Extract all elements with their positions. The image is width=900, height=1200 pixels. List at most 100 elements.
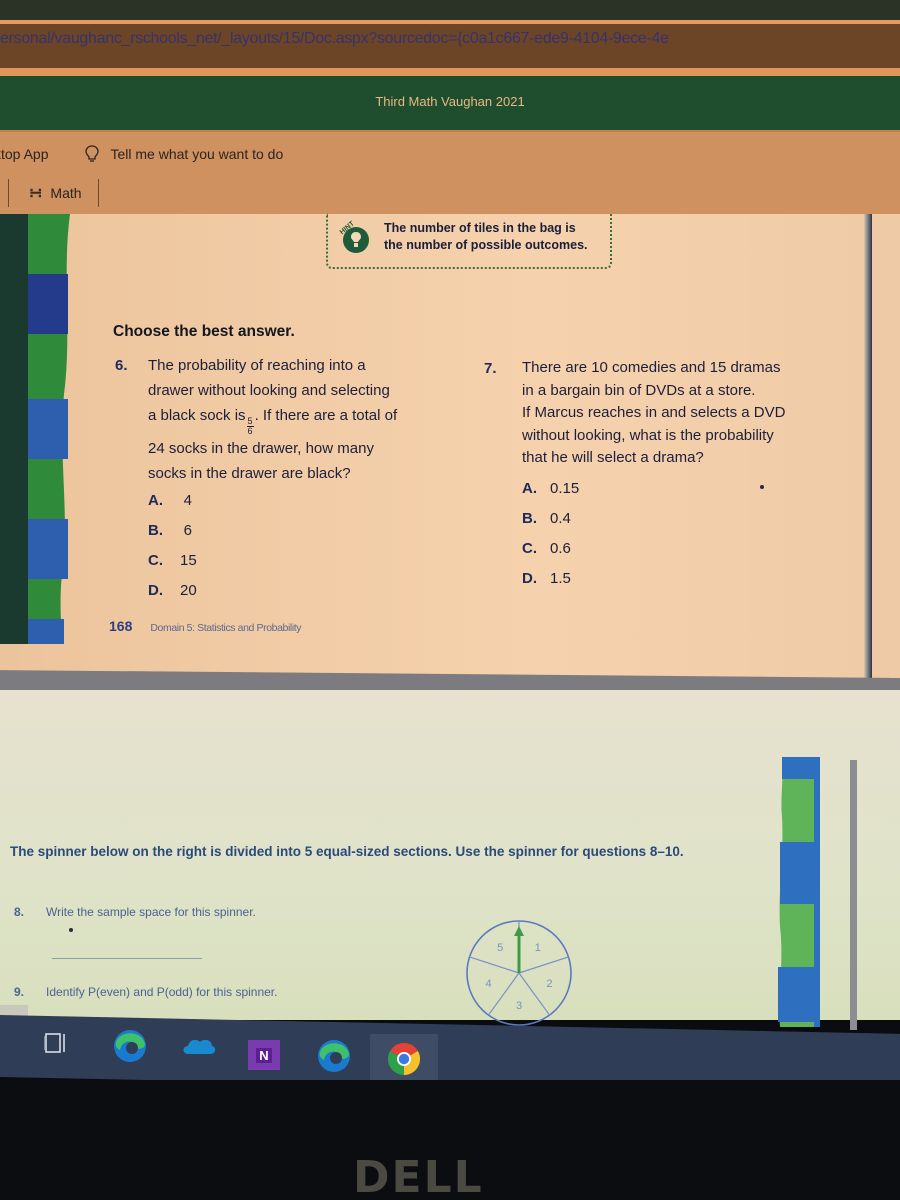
option-letter: D.	[522, 569, 537, 587]
spinner-section-label: 2	[546, 978, 552, 990]
spinner-section-label: 5	[497, 942, 503, 954]
spinner-divider	[487, 972, 520, 1016]
onenote-icon[interactable]: N	[248, 1040, 280, 1070]
ribbon-separator	[97, 179, 99, 207]
tell-me-search[interactable]: Tell me what you want to do	[84, 145, 284, 163]
question-8: 8. Write the sample space for this spinne…	[14, 905, 256, 919]
decorative-wave-border	[0, 214, 70, 644]
hint-line-1: The number of tiles in the bag is	[384, 221, 576, 235]
question-7-number: 7.	[484, 360, 497, 377]
spinner-diagram: 1 2 3 4 5	[466, 920, 572, 1026]
answer-option[interactable]: A. 4	[148, 485, 204, 515]
page-right-edge	[850, 760, 857, 1030]
browser-top-strip	[0, 0, 900, 20]
address-bar[interactable]: ersonal/vaughanc_rschools_net/_layouts/1…	[0, 20, 900, 76]
hint-text: The number of tiles in the bag is the nu…	[384, 220, 588, 254]
address-url[interactable]: ersonal/vaughanc_rschools_net/_layouts/1…	[0, 30, 669, 48]
answer-option[interactable]: A. 0.15	[522, 473, 579, 503]
hint-lightbulb-icon: HINT	[339, 220, 369, 253]
answer-option[interactable]: D. 20	[148, 575, 204, 605]
option-letter: A.	[148, 491, 163, 509]
question-6-options: A. 4 B. 6 C. 15 D. 20	[148, 485, 204, 605]
question-line: socks in the drawer are black?	[148, 465, 351, 482]
option-letter: A.	[522, 479, 537, 497]
hint-callout: HINT The number of tiles in the bag is t…	[326, 214, 612, 269]
question-line: that he will select a drama?	[522, 449, 704, 466]
option-value: 15	[180, 551, 197, 569]
option-value: 6	[183, 521, 192, 539]
option-value: 20	[180, 581, 197, 599]
answer-option[interactable]: C. 0.6	[522, 533, 579, 563]
question-6-number: 6.	[115, 357, 128, 374]
question-7-text: There are 10 comedies and 15 dramas in a…	[522, 357, 842, 470]
spinner-section-label: 4	[486, 978, 492, 990]
spinner-arrowhead-icon	[514, 926, 524, 936]
spinner-instructions: The spinner below on the right is divide…	[10, 844, 684, 859]
question-9-number: 9.	[14, 985, 25, 999]
math-button-label: Math	[50, 185, 82, 201]
onenote-letter: N	[256, 1047, 272, 1063]
answer-option[interactable]: C. 15	[148, 545, 204, 575]
page-footer: 168 Domain 5: Statistics and Probability	[109, 618, 302, 634]
option-letter: D.	[148, 581, 163, 599]
task-view-icon[interactable]	[44, 1030, 72, 1056]
option-letter: B.	[522, 509, 537, 527]
question-line: The probability of reaching into a	[148, 357, 366, 374]
question-6-text: The probability of reaching into a drawe…	[148, 353, 448, 486]
stray-mark	[69, 928, 73, 932]
question-line-part: a black sock is	[148, 407, 246, 424]
spinner-section-label: 3	[516, 1000, 522, 1012]
chrome-icon[interactable]	[387, 1042, 421, 1076]
question-line: 24 socks in the drawer, how many	[148, 440, 374, 457]
question-line: in a bargain bin of DVDs at a store.	[522, 381, 756, 399]
option-value: 0.4	[550, 509, 571, 527]
ribbon-tools-row: ∺ Math	[0, 178, 99, 208]
app-title-bar: Third Math Vaughan 2021	[0, 76, 900, 132]
tell-me-label: Tell me what you want to do	[110, 146, 284, 162]
open-in-desktop-app-button[interactable]: ktop App	[0, 146, 49, 162]
option-letter: C.	[522, 539, 537, 557]
answer-option[interactable]: D. 1.5	[522, 563, 579, 593]
ribbon: ktop App Tell me what you want to do ∺ M…	[0, 132, 900, 214]
edge-icon[interactable]	[316, 1038, 352, 1074]
question-7-options: A. 0.15 B. 0.4 C. 0.6 D. 1.5	[522, 473, 579, 593]
spinner-section-label: 1	[535, 942, 541, 954]
option-value: 0.6	[550, 539, 571, 557]
question-line-part: . If there are a total of	[254, 407, 398, 424]
question-line: drawer without looking and selecting	[148, 382, 390, 399]
question-9: 9. Identify P(even) and P(odd) for this s…	[14, 985, 277, 999]
page-right-edge	[864, 214, 872, 684]
instructions-heading: Choose the best answer.	[113, 323, 295, 340]
question-8-text: Write the sample space for this spinner.	[46, 905, 256, 919]
math-button[interactable]: ∺ Math	[9, 183, 98, 203]
question-8-number: 8.	[14, 905, 25, 919]
dell-logo: DELL	[353, 1152, 484, 1200]
option-letter: C.	[148, 551, 163, 569]
question-line: a black sock is 5 6. If there are a total …	[148, 403, 448, 436]
answer-option[interactable]: B. 0.4	[522, 503, 579, 533]
option-value: 1.5	[550, 569, 571, 587]
question-line: without looking, what is the probability	[522, 426, 774, 444]
onedrive-icon[interactable]	[182, 1036, 216, 1056]
document-title: Third Math Vaughan 2021	[375, 94, 525, 109]
lightbulb-icon	[84, 145, 99, 162]
option-value: 0.15	[550, 479, 580, 497]
answer-option[interactable]: B. 6	[148, 515, 204, 545]
hint-line-2: the number of possible outcomes.	[384, 238, 588, 252]
page-domain-label: Domain 5: Statistics and Probability	[150, 622, 302, 634]
ribbon-top-row: ktop App Tell me what you want to do	[0, 142, 283, 166]
edge-icon[interactable]	[112, 1028, 148, 1064]
spinner-divider	[518, 956, 569, 974]
decorative-wave-border-right	[778, 757, 820, 1027]
spinner-divider	[469, 956, 520, 974]
math-equation-icon: ∺	[29, 185, 43, 202]
question-line: There are 10 comedies and 15 dramas	[522, 359, 781, 376]
page-number: 168	[109, 618, 133, 634]
stray-mark	[760, 485, 764, 489]
option-letter: B.	[148, 521, 163, 539]
spinner-divider	[518, 972, 551, 1016]
question-line: If Marcus reaches in and selects a DVD	[522, 404, 786, 421]
question-9-text: Identify P(even) and P(odd) for this spi…	[46, 985, 278, 999]
fraction-denominator: 6	[247, 426, 253, 436]
answer-line[interactable]	[52, 958, 202, 959]
